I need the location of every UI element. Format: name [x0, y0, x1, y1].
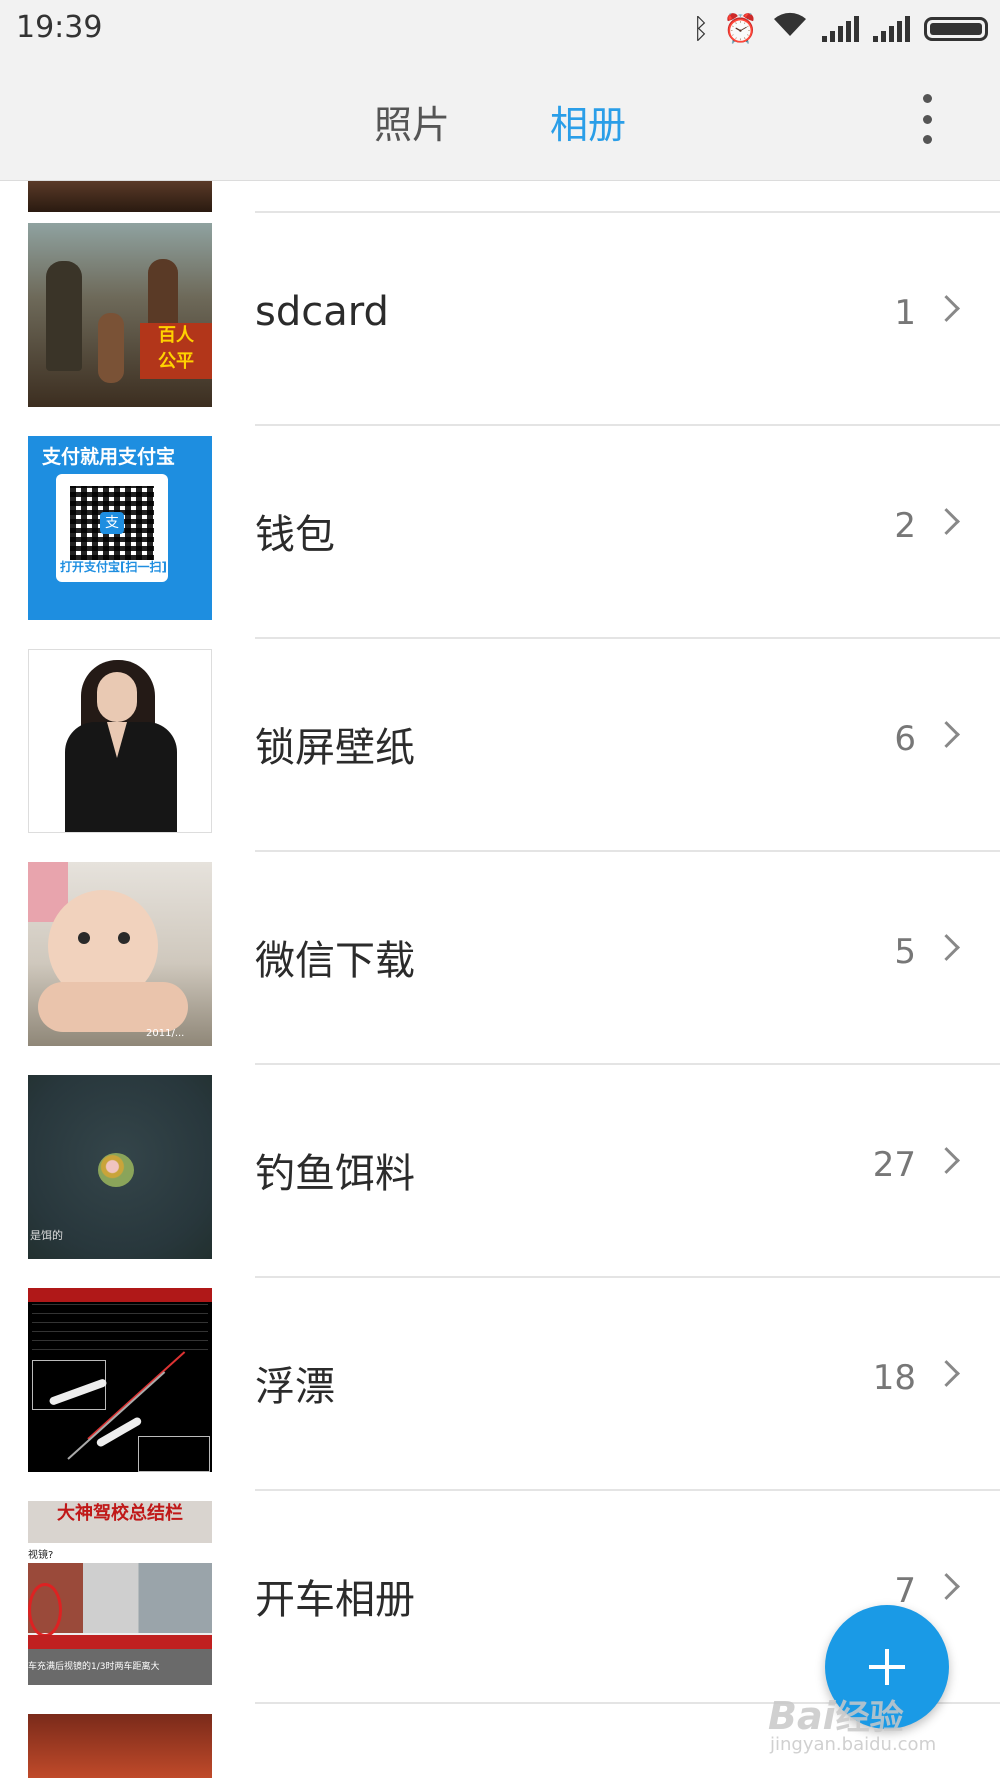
album-row[interactable]: 浮漂 18 — [0, 1278, 1000, 1491]
thumbnail-text: 视镜? — [28, 1550, 54, 1561]
alipay-logo: 支 — [100, 512, 124, 534]
album-row[interactable]: 2011/... 微信下载 5 — [0, 852, 1000, 1065]
album-thumbnail — [28, 1288, 212, 1472]
watermark-brand: Bai — [768, 1694, 836, 1738]
watermark-url: jingyan.baidu.com — [770, 1734, 937, 1755]
chevron-right-icon — [933, 1360, 960, 1387]
album-row[interactable]: 百人 公平 sdcard 1 — [0, 213, 1000, 426]
album-name: 钓鱼饵料 — [255, 1151, 415, 1197]
album-count: 2 — [894, 506, 916, 546]
thumbnail-text: 2011/... — [146, 1028, 185, 1039]
album-thumbnail: 2011/... — [28, 862, 212, 1046]
thumbnail-text: 百人 公平 — [140, 323, 212, 379]
album-name: sdcard — [255, 289, 389, 335]
album-name: 微信下载 — [255, 938, 415, 984]
chevron-right-icon — [933, 1147, 960, 1174]
chevron-right-icon — [933, 508, 960, 535]
album-row[interactable]: 锁屏壁纸 6 — [0, 639, 1000, 852]
thumbnail-text: 是饵的 — [30, 1229, 63, 1242]
album-name: 浮漂 — [255, 1364, 335, 1410]
album-thumbnail: 是饵的 — [28, 1075, 212, 1259]
watermark-brand-suffix: 经验 — [835, 1698, 904, 1738]
album-row[interactable]: 支付就用支付宝 支 打开支付宝[扫一扫] 钱包 2 — [0, 426, 1000, 639]
album-count: 27 — [872, 1145, 916, 1185]
album-row-partial[interactable] — [0, 0, 1000, 213]
album-thumbnail: 百人 公平 — [28, 223, 212, 407]
album-thumbnail — [28, 181, 212, 212]
album-thumbnail: 大神驾校总结栏 视镜? 车充满后视镜的1/3时两车距离大 — [28, 1501, 212, 1685]
album-row[interactable]: 是饵的 钓鱼饵料 27 — [0, 1065, 1000, 1278]
thumbnail-text: 支付就用支付宝 — [42, 446, 176, 468]
album-count: 18 — [872, 1358, 916, 1398]
thumbnail-text: 大神驾校总结栏 — [28, 1501, 212, 1543]
album-count: 6 — [894, 719, 916, 759]
baidu-watermark: Bai经验 jingyan.baidu.com — [768, 1690, 936, 1755]
chevron-right-icon — [933, 1573, 960, 1600]
thumbnail-text: 打开支付宝[扫一扫] — [60, 560, 167, 574]
album-thumbnail — [28, 1714, 212, 1778]
chevron-right-icon — [933, 934, 960, 961]
album-thumbnail — [28, 649, 212, 833]
album-name: 钱包 — [255, 512, 335, 558]
chevron-right-icon — [933, 721, 960, 748]
thumbnail-text: 车充满后视镜的1/3时两车距离大 — [28, 1662, 160, 1672]
album-name: 开车相册 — [255, 1577, 415, 1623]
chevron-right-icon — [933, 295, 960, 322]
album-count: 1 — [894, 293, 916, 333]
album-thumbnail: 支付就用支付宝 支 打开支付宝[扫一扫] — [28, 436, 212, 620]
album-count: 5 — [894, 932, 916, 972]
album-name: 锁屏壁纸 — [255, 725, 415, 771]
